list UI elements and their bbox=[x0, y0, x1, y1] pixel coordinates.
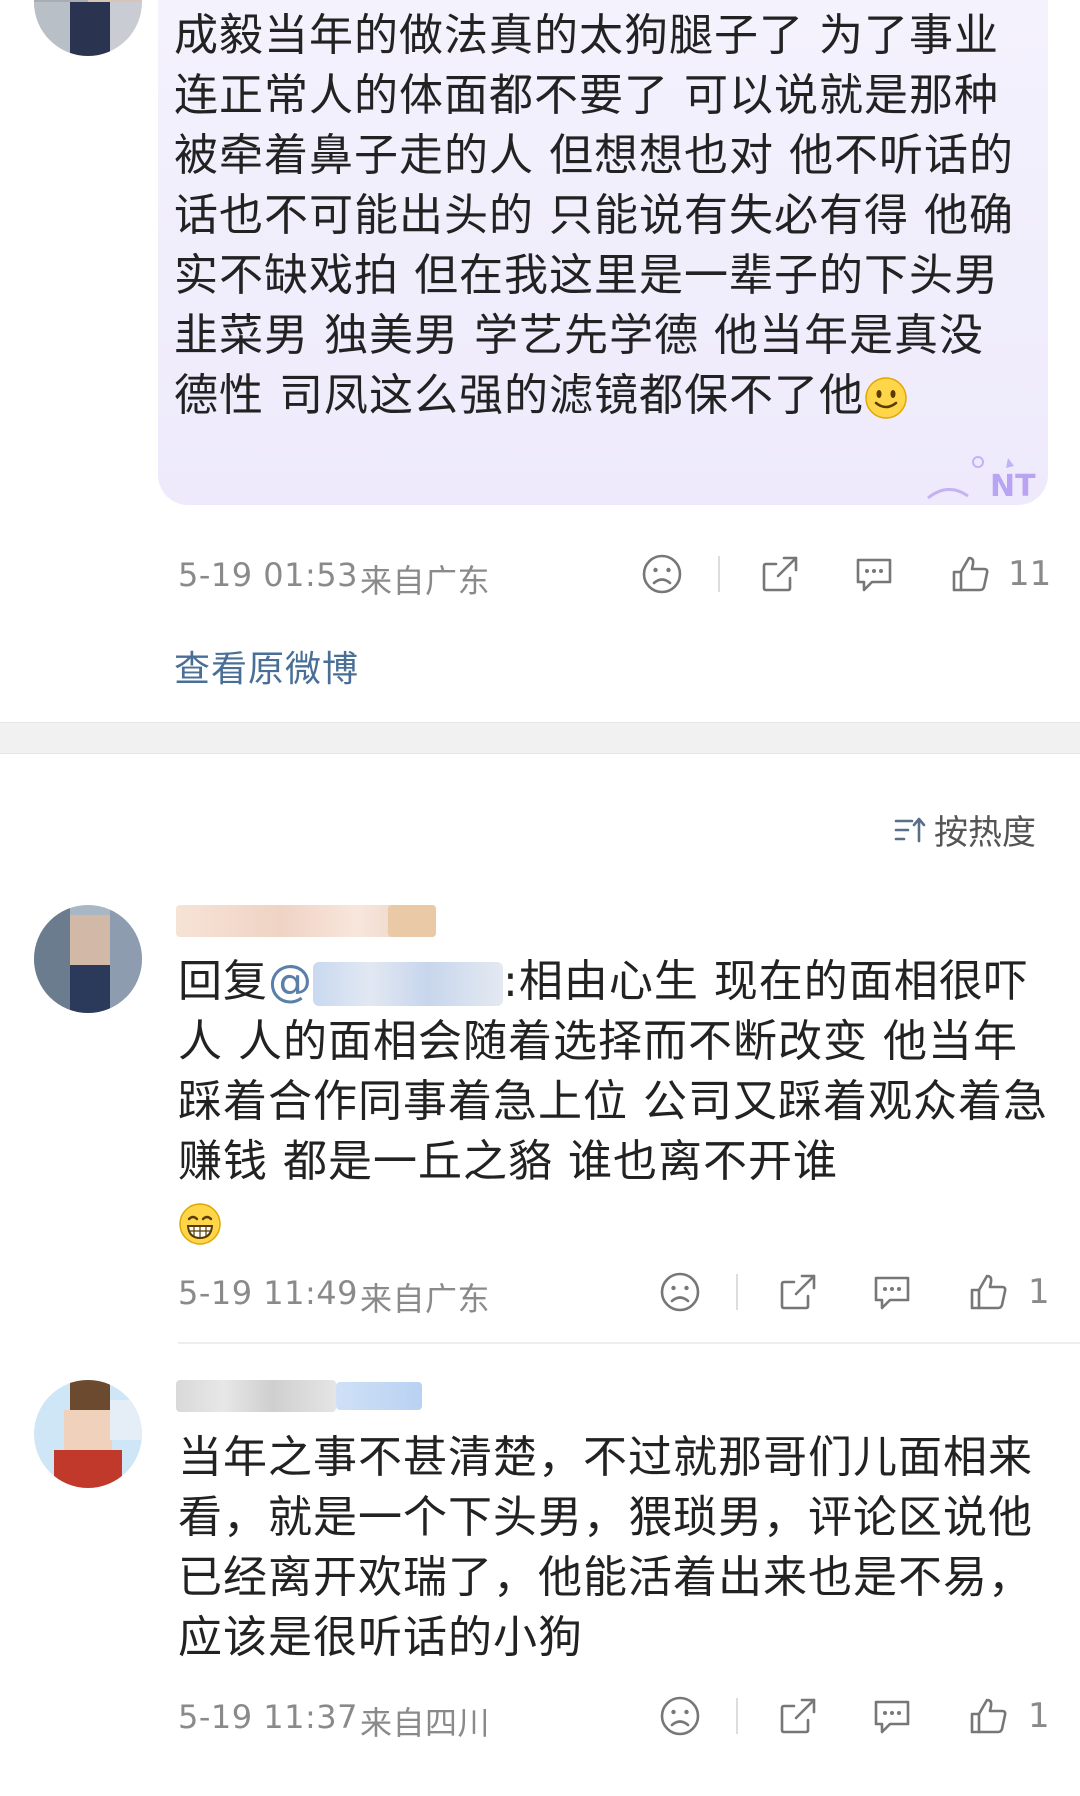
like-count: 1 bbox=[1028, 1696, 1050, 1736]
reply-prefix: 回复 bbox=[178, 956, 268, 1007]
sort-icon bbox=[894, 817, 926, 842]
view-original-link[interactable]: 查看原微博 bbox=[174, 640, 359, 692]
divider bbox=[718, 556, 720, 592]
smile-emoji bbox=[865, 377, 907, 419]
divider bbox=[736, 1698, 738, 1734]
sticker-decoration: NT bbox=[918, 452, 1048, 504]
comment-time: 5-19 01:53 bbox=[178, 556, 359, 594]
like-icon[interactable] bbox=[948, 552, 992, 596]
username-blurred[interactable] bbox=[176, 1380, 336, 1412]
dislike-icon[interactable] bbox=[658, 1270, 702, 1314]
svg-text:NT: NT bbox=[990, 469, 1036, 504]
share-icon[interactable] bbox=[758, 552, 802, 596]
comment-text: 回复@:相由心生 现在的面相很吓人 人的面相会随着选择而不断改变 他当年踩着合作… bbox=[178, 952, 1058, 1252]
avatar[interactable] bbox=[34, 0, 142, 56]
dislike-icon[interactable] bbox=[640, 552, 684, 596]
comment-time: 5-19 11:49 bbox=[178, 1274, 359, 1312]
like-count: 1 bbox=[1028, 1272, 1050, 1312]
sort-label: 按热度 bbox=[934, 813, 1036, 853]
section-divider bbox=[0, 722, 1080, 754]
user-badge-blurred bbox=[388, 905, 436, 937]
sort-by-hot-button[interactable]: 按热度 bbox=[894, 805, 1036, 854]
share-icon[interactable] bbox=[776, 1694, 820, 1738]
reply-mention[interactable]: @ bbox=[268, 956, 503, 1007]
comment-location: 来自广东 bbox=[360, 562, 491, 600]
comment-location: 来自四川 bbox=[360, 1704, 491, 1742]
like-icon[interactable] bbox=[966, 1270, 1010, 1314]
like-count: 11 bbox=[1008, 554, 1052, 594]
comment-text: 成毅当年的做法真的太狗腿子了 为了事业 连正常人的体面都不要了 可以说就是那种被… bbox=[174, 10, 1014, 421]
comment-text: 当年之事不甚清楚，不过就那哥们儿面相来看，就是一个下头男，猥琐男，评论区说他已经… bbox=[178, 1432, 1033, 1663]
divider bbox=[736, 1274, 738, 1310]
comment-icon[interactable] bbox=[870, 1270, 914, 1314]
grin-emoji bbox=[179, 1203, 221, 1245]
avatar[interactable] bbox=[34, 905, 142, 1013]
comment-separator bbox=[178, 1342, 1080, 1344]
comment-icon[interactable] bbox=[852, 552, 896, 596]
user-badge-blurred bbox=[336, 1382, 422, 1410]
share-icon[interactable] bbox=[776, 1270, 820, 1314]
like-icon[interactable] bbox=[966, 1694, 1010, 1738]
comment-icon[interactable] bbox=[870, 1694, 914, 1738]
dislike-icon[interactable] bbox=[658, 1694, 702, 1738]
avatar[interactable] bbox=[34, 1380, 142, 1488]
comment-time: 5-19 11:37 bbox=[178, 1698, 359, 1736]
comment-location: 来自广东 bbox=[360, 1280, 491, 1318]
